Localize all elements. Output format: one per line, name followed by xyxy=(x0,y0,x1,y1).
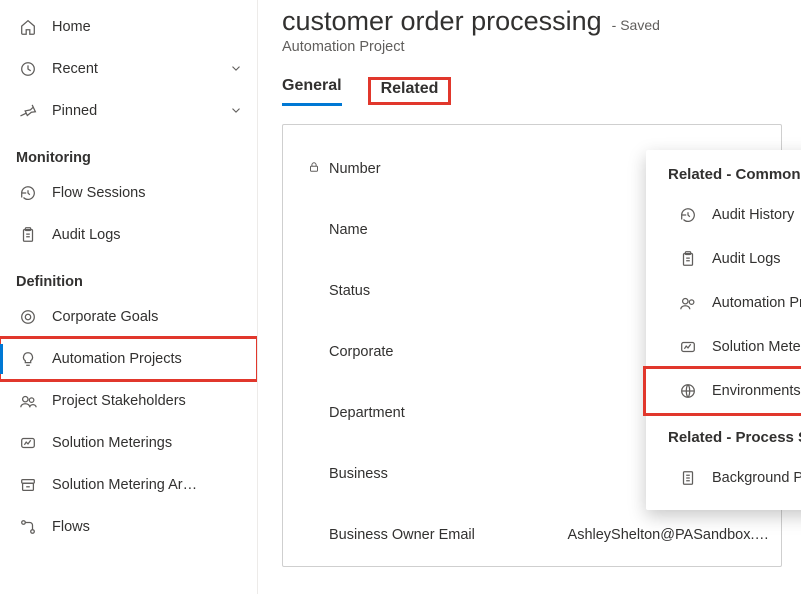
chevron-down-icon xyxy=(229,61,243,78)
nav-project-stakeholders[interactable]: Project Stakeholders xyxy=(0,380,257,422)
chevron-down-icon xyxy=(229,103,243,120)
process-icon xyxy=(678,468,698,488)
dd-label: Audit History xyxy=(712,207,794,223)
field-label: Business xyxy=(329,466,388,482)
nav-solution-meterings[interactable]: Solution Meterings xyxy=(0,422,257,464)
target-icon xyxy=(18,307,38,327)
related-dropdown: Related - Common Audit History Audit Log… xyxy=(646,150,801,510)
clock-icon xyxy=(18,59,38,79)
history-icon xyxy=(678,205,698,225)
nav-flow-sessions[interactable]: Flow Sessions xyxy=(0,172,257,214)
clipboard-icon xyxy=(18,225,38,245)
sidebar: Home Recent Pinned Monitoring Flow Sessi… xyxy=(0,0,258,594)
nav-label: Automation Projects xyxy=(52,351,182,367)
nav-label: Solution Metering Ar… xyxy=(52,477,197,493)
dd-label: Automation Project Stakeholders xyxy=(712,295,801,311)
tab-related[interactable]: Related xyxy=(368,77,452,105)
nav-label: Flows xyxy=(52,519,90,535)
entity-name: Automation Project xyxy=(282,39,801,55)
home-icon xyxy=(18,17,38,37)
field-label: Corporate xyxy=(329,344,393,360)
nav-recent[interactable]: Recent xyxy=(0,48,257,90)
nav-automation-projects[interactable]: Automation Projects xyxy=(0,338,257,380)
lock-icon xyxy=(307,160,321,178)
meter-icon xyxy=(678,337,698,357)
dd-audit-logs[interactable]: Audit Logs xyxy=(646,237,801,281)
pin-icon xyxy=(18,101,38,121)
bulb-icon xyxy=(18,349,38,369)
save-status: - Saved xyxy=(612,17,660,33)
dropdown-section-heading: Related - Process Sessions xyxy=(646,413,801,456)
people-icon xyxy=(18,391,38,411)
dd-audit-history[interactable]: Audit History xyxy=(646,193,801,237)
nav-pinned[interactable]: Pinned xyxy=(0,90,257,132)
nav-corporate-goals[interactable]: Corporate Goals xyxy=(0,296,257,338)
dd-environments[interactable]: Environments xyxy=(646,369,801,413)
section-definition: Definition xyxy=(0,256,257,296)
globe-icon xyxy=(678,381,698,401)
field-label: Status xyxy=(329,283,370,299)
flow-icon xyxy=(18,517,38,537)
field-label: Number xyxy=(329,161,381,177)
nav-label: Corporate Goals xyxy=(52,309,158,325)
nav-flows[interactable]: Flows xyxy=(0,506,257,548)
dropdown-section-heading: Related - Common xyxy=(646,150,801,193)
page-title: customer order processing xyxy=(282,6,602,37)
nav-label: Recent xyxy=(52,61,98,77)
field-label: Name xyxy=(329,222,368,238)
dd-label: Environments xyxy=(712,383,801,399)
dd-automation-project-stakeholders[interactable]: Automation Project Stakeholders xyxy=(646,281,801,325)
history-icon xyxy=(18,183,38,203)
nav-label: Project Stakeholders xyxy=(52,393,186,409)
clipboard-icon xyxy=(678,249,698,269)
dd-background-processes[interactable]: Background Processes xyxy=(646,456,801,500)
dd-label: Solution Meterings xyxy=(712,339,801,355)
nav-label: Solution Meterings xyxy=(52,435,172,451)
field-label: Department xyxy=(329,405,405,421)
main-content: customer order processing - Saved Automa… xyxy=(258,0,801,594)
nav-label: Pinned xyxy=(52,103,97,119)
meter-icon xyxy=(18,433,38,453)
field-business-owner-email[interactable]: Business Owner Email AshleyShelton@PASan… xyxy=(307,505,781,566)
nav-label: Flow Sessions xyxy=(52,185,145,201)
nav-home[interactable]: Home xyxy=(0,6,257,48)
nav-label: Home xyxy=(52,19,91,35)
people-icon xyxy=(678,293,698,313)
field-label: Business Owner Email xyxy=(329,527,475,543)
archive-icon xyxy=(18,475,38,495)
dd-label: Audit Logs xyxy=(712,251,781,267)
tabs: General Related xyxy=(282,77,801,106)
tab-general[interactable]: General xyxy=(282,77,342,106)
nav-solution-metering-archive[interactable]: Solution Metering Ar… xyxy=(0,464,257,506)
nav-audit-logs[interactable]: Audit Logs xyxy=(0,214,257,256)
dd-label: Background Processes xyxy=(712,470,801,486)
nav-label: Audit Logs xyxy=(52,227,121,243)
section-monitoring: Monitoring xyxy=(0,132,257,172)
dd-solution-meterings[interactable]: Solution Meterings xyxy=(646,325,801,369)
field-value: AshleyShelton@PASandbox.… xyxy=(568,527,769,543)
